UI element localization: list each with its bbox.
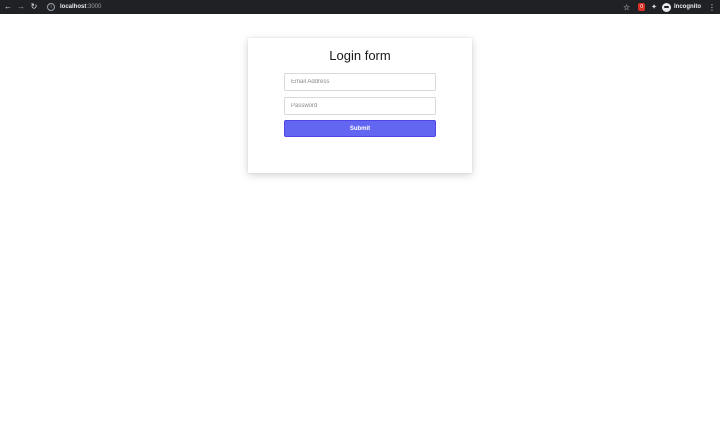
url-port: :3000	[86, 4, 102, 10]
incognito-icon[interactable]	[662, 2, 671, 12]
reload-icon[interactable]: ↻	[29, 0, 39, 14]
puzzle-icon[interactable]: ✦	[651, 3, 657, 11]
menu-dots-icon[interactable]: ⋮	[708, 3, 716, 12]
browser-toolbar: ← → ↻ i localhost:3000 ☆ 0 ✦ Incognito ⋮	[0, 0, 720, 14]
back-arrow-icon[interactable]: ←	[3, 0, 13, 14]
address-bar[interactable]: localhost:3000	[60, 0, 101, 14]
login-card: Login form Submit	[248, 38, 472, 173]
forward-arrow-icon[interactable]: →	[16, 0, 26, 14]
email-field[interactable]	[284, 73, 436, 91]
star-icon[interactable]: ☆	[623, 3, 630, 12]
url-host: localhost	[60, 4, 87, 10]
submit-button[interactable]: Submit	[284, 120, 436, 137]
password-field[interactable]	[284, 97, 436, 115]
page-title: Login form	[329, 48, 391, 63]
extension-icon[interactable]: 0	[638, 3, 646, 11]
incognito-label: Incognito	[674, 4, 701, 10]
info-icon[interactable]: i	[47, 3, 55, 11]
